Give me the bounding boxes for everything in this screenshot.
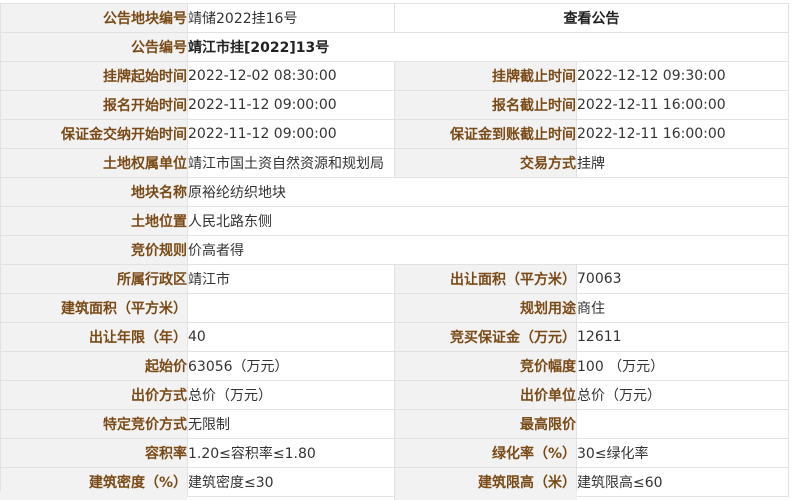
listing-end-value: 2022-12-12 09:30:00 xyxy=(576,61,789,91)
max-price-label: 最高限价 xyxy=(394,409,577,439)
building-area-label: 建筑面积（平方米） xyxy=(0,293,188,323)
land-owner-value: 靖江市国土资自然资源和规划局 xyxy=(187,148,395,178)
land-owner-label: 土地权属单位 xyxy=(0,148,188,178)
notice-number-value: 靖江市挂[2022]13号 xyxy=(187,32,789,62)
table-row: 出让年限（年） 40 竞买保证金（万元） 12611 xyxy=(0,322,789,352)
green-rate-value: 30≤绿化率 xyxy=(576,438,789,468)
bidding-rule-label: 竞价规则 xyxy=(0,235,188,265)
plot-ratio-label: 容积率 xyxy=(0,438,188,468)
bid-deposit-label: 竞买保证金（万元） xyxy=(394,322,577,352)
bid-increment-label: 竞价幅度 xyxy=(394,351,577,381)
listing-start-value: 2022-12-02 08:30:00 xyxy=(187,61,395,91)
price-method-label: 出价方式 xyxy=(0,380,188,410)
location-value: 人民北路东侧 xyxy=(187,206,789,236)
plot-number-value: 靖储2022挂16号 xyxy=(187,3,395,33)
green-rate-label: 绿化率（%） xyxy=(394,438,577,468)
next-row-partial xyxy=(0,491,788,500)
transfer-area-label: 出让面积（平方米） xyxy=(394,264,577,294)
deposit-deadline-value: 2022-12-11 16:00:00 xyxy=(576,119,789,149)
listing-end-label: 挂牌截止时间 xyxy=(394,61,577,91)
table-row: 保证金交纳开始时间 2022-11-12 09:00:00 保证金到账截止时间 … xyxy=(0,119,789,149)
price-unit-label: 出价单位 xyxy=(394,380,577,410)
deposit-start-label: 保证金交纳开始时间 xyxy=(0,119,188,149)
registration-end-value: 2022-12-11 16:00:00 xyxy=(576,90,789,120)
district-label: 所属行政区 xyxy=(0,264,188,294)
plot-ratio-value: 1.20≤容积率≤1.80 xyxy=(187,438,395,468)
listing-start-label: 挂牌起始时间 xyxy=(0,61,188,91)
view-notice-link[interactable]: 查看公告 xyxy=(394,3,789,33)
deposit-deadline-label: 保证金到账截止时间 xyxy=(394,119,577,149)
next-row-label-cell xyxy=(0,491,187,500)
table-row: 起始价 63056（万元） 竞价幅度 100 （万元） xyxy=(0,351,789,381)
price-method-value: 总价（万元） xyxy=(187,380,395,410)
special-bidding-label: 特定竞价方式 xyxy=(0,409,188,439)
transfer-years-label: 出让年限（年） xyxy=(0,322,188,352)
notice-number-label: 公告编号 xyxy=(0,32,188,62)
land-listing-table: 公告地块编号 靖储2022挂16号 查看公告 公告编号 靖江市挂[2022]13… xyxy=(0,3,789,497)
table-row: 公告地块编号 靖储2022挂16号 查看公告 xyxy=(0,3,789,33)
plot-number-label: 公告地块编号 xyxy=(0,3,188,33)
start-price-label: 起始价 xyxy=(0,351,188,381)
bid-deposit-value: 12611 xyxy=(576,322,789,352)
plot-name-value: 原裕纶纺织地块 xyxy=(187,177,789,207)
transfer-area-value: 70063 xyxy=(576,264,789,294)
registration-start-label: 报名开始时间 xyxy=(0,90,188,120)
building-area-value xyxy=(187,293,395,323)
registration-start-value: 2022-11-12 09:00:00 xyxy=(187,90,395,120)
planned-use-label: 规划用途 xyxy=(394,293,577,323)
table-row: 挂牌起始时间 2022-12-02 08:30:00 挂牌截止时间 2022-1… xyxy=(0,61,789,91)
trade-method-label: 交易方式 xyxy=(394,148,577,178)
max-price-value xyxy=(576,409,789,439)
district-value: 靖江市 xyxy=(187,264,395,294)
table-row: 公告编号 靖江市挂[2022]13号 xyxy=(0,32,789,62)
table-row: 出价方式 总价（万元） 出价单位 总价（万元） xyxy=(0,380,789,410)
trade-method-value: 挂牌 xyxy=(576,148,789,178)
price-unit-value: 总价（万元） xyxy=(576,380,789,410)
table-row: 地块名称 原裕纶纺织地块 xyxy=(0,177,789,207)
deposit-start-value: 2022-11-12 09:00:00 xyxy=(187,119,395,149)
land-listing-page: 公告地块编号 靖储2022挂16号 查看公告 公告编号 靖江市挂[2022]13… xyxy=(0,0,792,500)
table-row: 土地权属单位 靖江市国土资自然资源和规划局 交易方式 挂牌 xyxy=(0,148,789,178)
registration-end-label: 报名截止时间 xyxy=(394,90,577,120)
table-row: 竞价规则 价高者得 xyxy=(0,235,789,265)
table-row: 报名开始时间 2022-11-12 09:00:00 报名截止时间 2022-1… xyxy=(0,90,789,120)
plot-name-label: 地块名称 xyxy=(0,177,188,207)
special-bidding-value: 无限制 xyxy=(187,409,395,439)
bid-increment-value: 100 （万元） xyxy=(576,351,789,381)
start-price-value: 63056（万元） xyxy=(187,351,395,381)
next-row-label-cell xyxy=(394,491,577,500)
planned-use-value: 商住 xyxy=(576,293,789,323)
bidding-rule-value: 价高者得 xyxy=(187,235,789,265)
table-row: 特定竞价方式 无限制 最高限价 xyxy=(0,409,789,439)
table-row: 土地位置 人民北路东侧 xyxy=(0,206,789,236)
table-row: 建筑面积（平方米） 规划用途 商住 xyxy=(0,293,789,323)
location-label: 土地位置 xyxy=(0,206,188,236)
transfer-years-value: 40 xyxy=(187,322,395,352)
table-row: 所属行政区 靖江市 出让面积（平方米） 70063 xyxy=(0,264,789,294)
table-row: 容积率 1.20≤容积率≤1.80 绿化率（%） 30≤绿化率 xyxy=(0,438,789,468)
